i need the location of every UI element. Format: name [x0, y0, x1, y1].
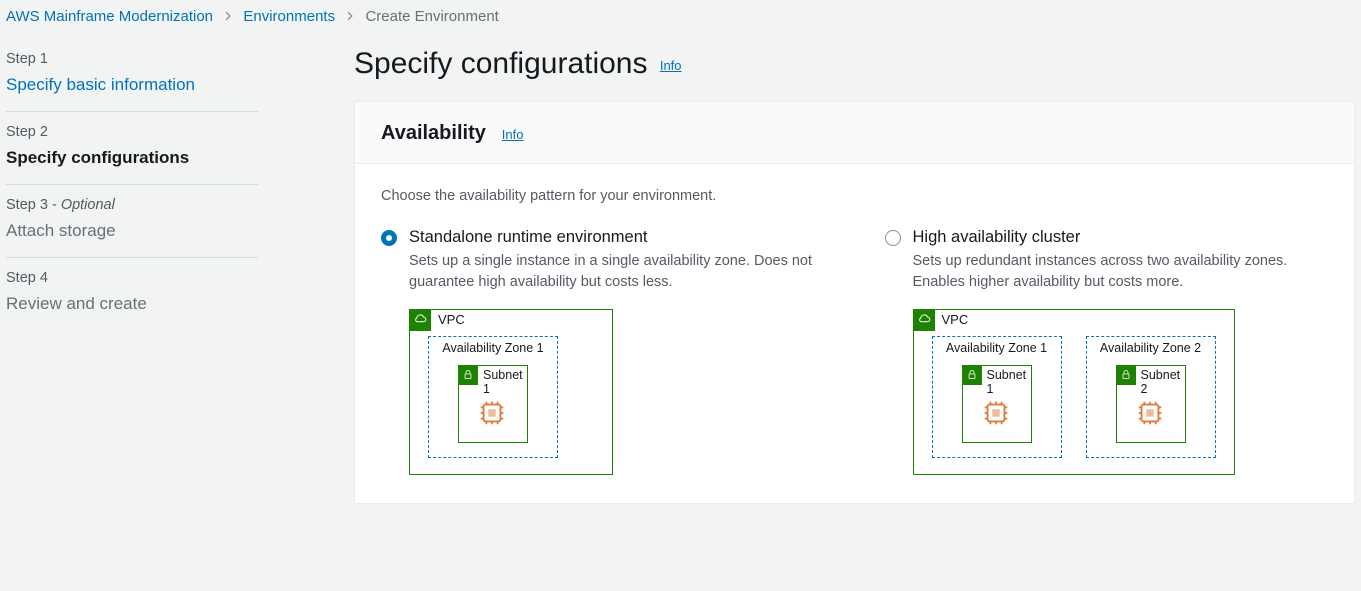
radio-button[interactable] [885, 230, 901, 246]
availability-zone-box: Availability Zone 1 Subnet 1 [428, 336, 558, 458]
subnet-label: Subnet 1 [987, 368, 1031, 396]
radio-button[interactable] [381, 230, 397, 246]
option-description: Sets up redundant instances across two a… [913, 251, 1329, 293]
chevron-right-icon [345, 8, 355, 25]
cloud-icon [913, 309, 935, 331]
step-title: Attach storage [6, 213, 258, 241]
chip-icon [477, 398, 507, 428]
subnet-label: Subnet 2 [1141, 368, 1185, 396]
helper-text: Choose the availability pattern for your… [381, 188, 1328, 204]
info-link[interactable]: Info [660, 58, 682, 73]
info-link[interactable]: Info [502, 127, 524, 142]
breadcrumb-link-service[interactable]: AWS Mainframe Modernization [6, 8, 213, 25]
option-ha-cluster[interactable]: High availability cluster Sets up redund… [885, 228, 1329, 475]
step-label: Step 2 [6, 124, 258, 140]
wizard-step-2: Step 2 Specify configurations [6, 112, 258, 185]
chip-icon [981, 398, 1011, 428]
wizard-step-1[interactable]: Step 1 Specify basic information [6, 39, 258, 112]
step-label: Step 3 - Optional [6, 197, 258, 213]
breadcrumb-link-environments[interactable]: Environments [243, 8, 335, 25]
panel-header: Availability Info [355, 102, 1354, 164]
vpc-label: VPC [942, 312, 969, 327]
step-label-optional: Optional [61, 197, 115, 213]
option-title: High availability cluster [913, 228, 1329, 247]
breadcrumb: AWS Mainframe Modernization Environments… [0, 0, 1361, 39]
lock-icon [962, 365, 982, 385]
lock-icon [1116, 365, 1136, 385]
subnet-box: Subnet 1 [962, 365, 1032, 443]
wizard-step-4[interactable]: Step 4 Review and create [6, 258, 258, 330]
availability-options: Standalone runtime environment Sets up a… [381, 228, 1328, 475]
option-standalone[interactable]: Standalone runtime environment Sets up a… [381, 228, 825, 475]
step-label-text: Step 3 - [6, 197, 61, 213]
step-label: Step 4 [6, 270, 258, 286]
page-title: Specify configurations Info [354, 39, 1355, 101]
cloud-icon [409, 309, 431, 331]
availability-zone-box: Availability Zone 1 Subnet 1 [932, 336, 1062, 458]
step-title: Specify basic information [6, 67, 258, 95]
step-title: Review and create [6, 286, 258, 314]
subnet-label: Subnet 1 [483, 368, 527, 396]
page-title-text: Specify configurations [354, 47, 648, 80]
vpc-box: VPC Availability Zone 1 Subnet [913, 309, 1235, 475]
availability-panel: Availability Info Choose the availabilit… [354, 101, 1355, 504]
az-label: Availability Zone 1 [429, 341, 557, 355]
panel-body: Choose the availability pattern for your… [355, 164, 1354, 503]
step-title: Specify configurations [6, 140, 258, 168]
panel-title: Availability [381, 122, 486, 145]
lock-icon [458, 365, 478, 385]
breadcrumb-current: Create Environment [365, 8, 498, 25]
chevron-right-icon [223, 8, 233, 25]
main-content: Specify configurations Info Availability… [300, 39, 1361, 504]
subnet-box: Subnet 1 [458, 365, 528, 443]
option-title: Standalone runtime environment [409, 228, 825, 247]
az-label: Availability Zone 1 [933, 341, 1061, 355]
availability-zone-box: Availability Zone 2 Subnet 2 [1086, 336, 1216, 458]
vpc-label: VPC [438, 312, 465, 327]
chip-icon [1135, 398, 1165, 428]
option-description: Sets up a single instance in a single av… [409, 251, 825, 293]
step-label: Step 1 [6, 51, 258, 67]
wizard-step-3[interactable]: Step 3 - Optional Attach storage [6, 185, 258, 258]
vpc-box: VPC Availability Zone 1 Subnet [409, 309, 613, 475]
subnet-box: Subnet 2 [1116, 365, 1186, 443]
wizard-steps: Step 1 Specify basic information Step 2 … [0, 39, 300, 504]
az-label: Availability Zone 2 [1087, 341, 1215, 355]
architecture-diagram: VPC Availability Zone 1 Subnet [409, 309, 825, 475]
architecture-diagram: VPC Availability Zone 1 Subnet [913, 309, 1329, 475]
